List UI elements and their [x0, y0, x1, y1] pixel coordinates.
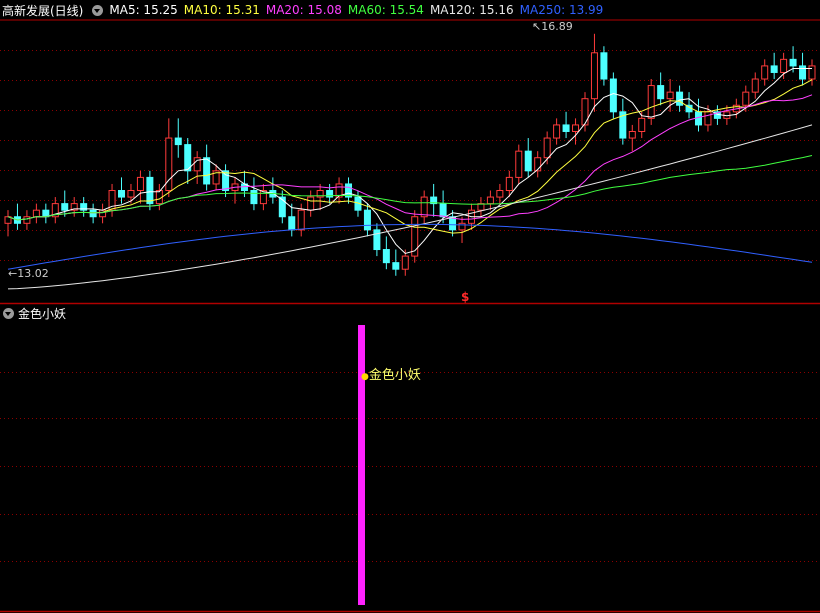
candle-body [515, 150, 523, 178]
candle-body [789, 58, 797, 67]
low-arrow-icon: ← [8, 267, 18, 280]
candle-body [136, 176, 144, 192]
high-arrow-icon: ↖ [532, 20, 542, 33]
candle-body [799, 65, 807, 80]
candle-body [439, 203, 447, 218]
signal-dot-icon: ● [361, 372, 369, 382]
collapse-icon[interactable] [92, 4, 104, 16]
ma10-label: MA10: 15.31 [183, 3, 260, 17]
candle-body [288, 216, 296, 231]
candle-body [647, 85, 655, 119]
candle-body [638, 117, 646, 132]
candle-body [770, 65, 778, 73]
candle-body [174, 137, 182, 146]
ma60-label: MA60: 15.54 [347, 3, 424, 17]
candle-body [590, 52, 598, 100]
candle-body [704, 111, 712, 126]
signal-marker: $ [461, 290, 470, 304]
ma5-label: MA5: 15.25 [109, 3, 178, 17]
candle-body [250, 190, 258, 205]
candle-body [657, 85, 665, 100]
candle-body [780, 58, 788, 73]
candle-body [203, 157, 211, 185]
candle-body [297, 209, 305, 231]
candle-body [89, 209, 97, 218]
candle-body [543, 137, 551, 159]
chart-header: 高新发展(日线) MA5: 15.25 MA10: 15.31 MA20: 15… [0, 0, 820, 20]
high-price-label: ↖16.89 [532, 20, 573, 33]
signal-label: ●金色小妖 [361, 364, 421, 383]
ma-lines [7, 68, 813, 290]
candle-body [118, 190, 126, 198]
ma20-label: MA20: 15.08 [265, 3, 342, 17]
candle-body [524, 150, 532, 172]
candle-body [458, 222, 466, 231]
candle-body [751, 78, 759, 93]
ma250-line [7, 223, 813, 270]
candle-body [420, 196, 428, 218]
candlesticks [4, 33, 816, 276]
ma120-line [7, 124, 813, 290]
ma60-line [7, 155, 813, 221]
candle-body [373, 229, 381, 251]
ma10-line [7, 79, 813, 234]
chart-frame [0, 19, 820, 613]
candle-body [127, 190, 135, 198]
candle-body [23, 216, 31, 224]
candle-body [307, 196, 315, 211]
stock-title: 高新发展(日线) [2, 3, 84, 18]
candle-body [581, 98, 589, 126]
candle-body [572, 124, 580, 132]
candle-body [761, 65, 769, 80]
candle-body [401, 255, 409, 270]
candle-body [609, 78, 617, 113]
high-price-value: 16.89 [541, 20, 573, 33]
candle-body [666, 91, 674, 100]
candle-body [222, 170, 230, 192]
candle-body [392, 262, 400, 270]
ma120-label: MA120: 15.16 [429, 3, 514, 17]
candle-body [600, 52, 608, 80]
low-price-label: ←13.02 [8, 267, 49, 280]
candle-body [382, 249, 390, 264]
candle-body [808, 65, 816, 80]
candle-body [628, 130, 636, 139]
candle-body [486, 196, 494, 205]
candle-body [496, 190, 504, 198]
candle-body [146, 176, 154, 205]
candle-body [676, 91, 684, 106]
candle-body [505, 176, 513, 192]
signal-label-text: 金色小妖 [368, 368, 421, 383]
candle-body [363, 209, 371, 231]
candle-body [553, 124, 561, 139]
ma20-line [7, 94, 813, 221]
low-price-value: 13.02 [17, 267, 49, 280]
candle-body [61, 203, 69, 211]
indicator-header: 金色小妖 [0, 304, 66, 322]
candle-body [32, 209, 40, 218]
indicator-title: 金色小妖 [18, 306, 67, 321]
kline-chart[interactable] [0, 0, 820, 613]
candle-body [742, 91, 750, 106]
ma250-label: MA250: 13.99 [519, 3, 604, 17]
candle-body [562, 124, 570, 132]
indicator-collapse-icon[interactable] [3, 307, 14, 319]
